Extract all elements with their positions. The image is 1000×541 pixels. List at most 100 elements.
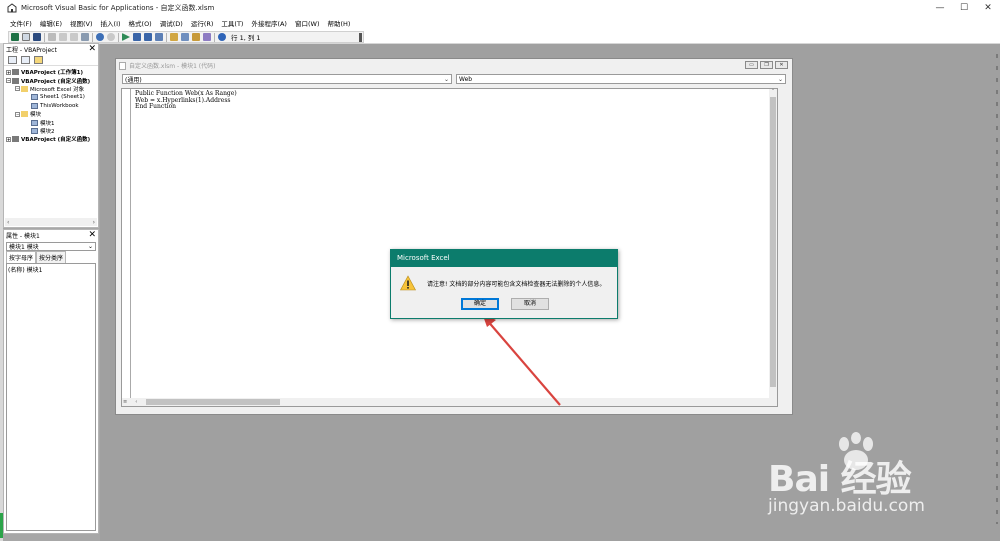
module-icon	[31, 119, 38, 126]
code-hscroll[interactable]: ≡ ‹	[122, 398, 777, 406]
tree-node[interactable]: ThisWorkbook	[4, 102, 98, 110]
dialog-title: Microsoft Excel	[391, 250, 617, 267]
tree-node-label: Microsoft Excel 对象	[30, 86, 85, 93]
tree-node-label: Sheet1 (Sheet1)	[40, 94, 85, 101]
run-icon[interactable]	[122, 33, 130, 41]
tab-categorized[interactable]: 按分类序	[36, 251, 67, 263]
module-icon	[31, 102, 38, 109]
code-editor[interactable]: Public Function Web(x As Range) Web = x.…	[121, 88, 778, 407]
tree-node[interactable]: − 模块	[4, 110, 98, 118]
tree-node-label: 模块	[30, 112, 42, 119]
menu-item-0[interactable]: 文件(F)	[10, 18, 32, 28]
watermark-url: jingyan.baidu.com	[768, 496, 925, 516]
chevron-down-icon: ⌄	[777, 75, 783, 83]
code-close-button[interactable]: ✕	[775, 61, 788, 69]
project-explorer-icon[interactable]	[170, 33, 178, 41]
view-object-icon[interactable]	[21, 55, 30, 64]
undo-icon[interactable]	[96, 33, 104, 41]
menu-item-2[interactable]: 视图(V)	[70, 18, 93, 28]
tree-node[interactable]: 模块2	[4, 127, 98, 135]
toolbar-grip[interactable]	[359, 33, 362, 42]
menu-item-8[interactable]: 外接程序(A)	[251, 18, 287, 28]
collapse-icon[interactable]: −	[6, 78, 11, 84]
tree-node-label: 模块1	[40, 120, 55, 127]
props-pane-close-icon[interactable]: ✕	[88, 230, 96, 240]
code-window-titlebar: 自定义函数.xlsm - 模块1 (代码) ▭ ❐ ✕	[116, 59, 792, 72]
expand-icon[interactable]: +	[6, 136, 11, 142]
project-tree: + VBAProject (工作簿1) − VBAProject (自定义函数) − Mi…	[4, 66, 98, 144]
document-icon	[119, 61, 126, 70]
project-explorer-pane: 工程 - VBAProject ✕ + VBAProject (工作簿1) − VBA…	[3, 43, 99, 228]
excel-view-icon[interactable]	[11, 33, 19, 41]
copy-icon[interactable]	[59, 33, 67, 41]
tab-alphabetic[interactable]: 按字母序	[6, 251, 37, 263]
tree-node[interactable]: + VBAProject (自定义函数)	[4, 135, 98, 143]
menu-item-7[interactable]: 工具(T)	[221, 18, 243, 28]
close-button[interactable]: ✕	[976, 0, 1000, 16]
baidu-watermark: Bai 经验 jingyan.baidu.com	[768, 430, 1000, 541]
collapse-icon[interactable]: −	[15, 111, 20, 117]
props-pane-title: 属性 - 模块1	[6, 232, 40, 240]
menu-item-4[interactable]: 格式(O)	[129, 18, 152, 28]
properties-window-icon[interactable]	[181, 33, 189, 41]
find-icon[interactable]	[81, 33, 89, 41]
design-mode-icon[interactable]	[155, 33, 163, 41]
code-vscroll[interactable]: ˄	[769, 89, 777, 400]
tree-node[interactable]: + VBAProject (工作簿1)	[4, 68, 98, 76]
window-titlebar: Microsoft Visual Basic for Applications …	[0, 0, 1000, 16]
cut-icon[interactable]	[48, 33, 56, 41]
expand-icon[interactable]: +	[6, 69, 11, 75]
tree-node[interactable]: Sheet1 (Sheet1)	[4, 93, 98, 101]
reset-icon[interactable]	[144, 33, 152, 41]
maximize-button[interactable]: ☐	[952, 0, 976, 16]
collapse-icon[interactable]: −	[15, 86, 20, 92]
tree-node[interactable]: 模块1	[4, 118, 98, 127]
standard-toolbar: 行 1, 列 1	[0, 30, 1000, 44]
chevron-down-icon: ⌄	[87, 243, 93, 250]
view-code-icon[interactable]	[8, 55, 17, 64]
menu-item-3[interactable]: 插入(I)	[101, 18, 121, 28]
minimize-button[interactable]: —	[928, 0, 952, 16]
dialog-message: 请注意! 文档的部分内容可能包含文档检查器无法删除的个人信息。	[427, 281, 606, 288]
project-pane-close-icon[interactable]: ✕	[88, 44, 96, 54]
cancel-button[interactable]: 取消	[511, 298, 549, 310]
tree-node-label: VBAProject (工作簿1)	[21, 70, 84, 77]
cursor-position: 行 1, 列 1	[231, 34, 261, 42]
insert-module-icon[interactable]	[22, 33, 30, 41]
paste-icon[interactable]	[70, 33, 78, 41]
menu-item-9[interactable]: 窗口(W)	[295, 18, 320, 28]
chevron-down-icon: ⌄	[443, 75, 449, 83]
toggle-folders-icon[interactable]	[34, 55, 43, 64]
object-browser-icon[interactable]	[192, 33, 200, 41]
code-text[interactable]: Public Function Web(x As Range) Web = x.…	[135, 90, 237, 111]
props-grid: (名称) 模块1	[6, 263, 96, 531]
ok-button[interactable]: 确定	[461, 298, 499, 310]
save-icon[interactable]	[33, 33, 41, 41]
code-window: 自定义函数.xlsm - 模块1 (代码) ▭ ❐ ✕ (通用) ⌄ Web ⌄ P…	[115, 58, 793, 415]
vba-app-icon	[7, 3, 17, 13]
menu-item-1[interactable]: 编辑(E)	[40, 18, 62, 28]
redo-icon[interactable]	[107, 33, 115, 41]
break-icon[interactable]	[133, 33, 141, 41]
vba-project-icon	[12, 77, 19, 84]
code-minimize-button[interactable]: ▭	[745, 61, 758, 69]
code-restore-button[interactable]: ❐	[760, 61, 773, 69]
tree-node-label: ThisWorkbook	[40, 102, 79, 109]
folder-icon	[21, 85, 28, 92]
excel-message-dialog: Microsoft Excel 请注意! 文档的部分内容可能包含文档检查器无法删…	[390, 249, 618, 319]
props-name-row[interactable]: (名称) 模块1	[8, 265, 94, 274]
tree-node-label: VBAProject (自定义函数)	[21, 137, 91, 144]
tree-node[interactable]: − VBAProject (自定义函数)	[4, 76, 98, 85]
menu-item-5[interactable]: 调试(D)	[160, 18, 183, 28]
help-icon[interactable]	[218, 33, 226, 41]
menu-item-10[interactable]: 帮助(H)	[327, 18, 350, 28]
toolbox-icon[interactable]	[203, 33, 211, 41]
vba-project-icon	[12, 69, 19, 76]
project-pane-hscroll[interactable]: ‹ ›	[5, 218, 97, 226]
procedure-combo[interactable]: Web ⌄	[456, 74, 786, 84]
object-combo[interactable]: (通用) ⌄	[122, 74, 452, 84]
tree-node[interactable]: − Microsoft Excel 对象	[4, 85, 98, 93]
warning-icon	[400, 275, 416, 291]
menu-item-6[interactable]: 运行(R)	[191, 18, 214, 28]
props-object-select[interactable]: 模块1 模块 ⌄	[6, 242, 96, 251]
